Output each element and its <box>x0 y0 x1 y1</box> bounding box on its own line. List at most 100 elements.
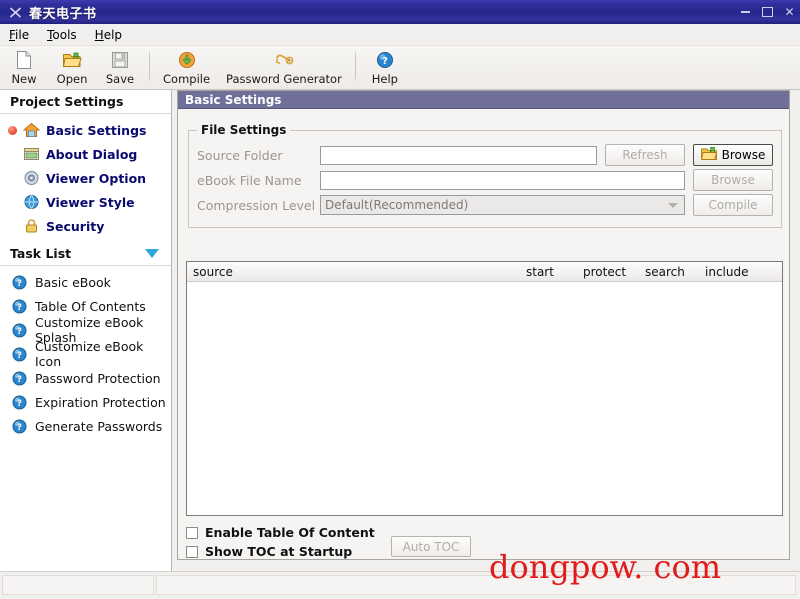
svg-text:?: ? <box>17 327 22 337</box>
status-left-cell <box>2 575 154 595</box>
toolbar-open-label: Open <box>56 72 88 86</box>
status-bar <box>0 571 800 599</box>
toolbar-compile-button[interactable]: Compile <box>155 46 218 86</box>
sidebar-item-about-dialog-label: About Dialog <box>46 146 138 162</box>
enable-toc-row[interactable]: Enable Table Of Content <box>186 523 783 542</box>
maximize-icon[interactable] <box>761 6 774 19</box>
column-header-search[interactable]: search <box>639 265 699 279</box>
task-item-expiration-protection[interactable]: ? Expiration Protection <box>0 390 171 414</box>
compile-icon <box>176 49 198 71</box>
sidebar-item-viewer-option-label: Viewer Option <box>46 170 147 186</box>
file-settings-group: File Settings Source Folder Refresh Brow… <box>188 123 782 228</box>
info-icon: ? <box>11 322 27 338</box>
sidebar: Project Settings Basic Settings About Di… <box>0 90 172 571</box>
save-disk-icon <box>109 49 131 71</box>
menu-tools[interactable]: Tools <box>38 26 86 44</box>
toolbar-compile-label: Compile <box>163 72 211 86</box>
auto-toc-button[interactable]: Auto TOC <box>391 536 471 557</box>
viewer-option-icon <box>22 169 40 187</box>
sidebar-task-list-header: Task List <box>0 242 171 266</box>
chevron-down-icon <box>668 203 678 208</box>
compression-level-select[interactable]: Default(Recommended) <box>320 195 685 215</box>
svg-text:?: ? <box>17 303 22 313</box>
menu-file[interactable]: File <box>0 26 38 44</box>
browse-ebook-button[interactable]: Browse <box>693 169 773 191</box>
show-toc-startup-row[interactable]: Show TOC at Startup <box>186 542 783 561</box>
sidebar-project-settings-header: Project Settings <box>0 90 171 114</box>
status-right-cell <box>156 575 796 595</box>
sidebar-project-settings-list: Basic Settings About Dialog Viewer Optio… <box>0 114 171 238</box>
sidebar-item-about-dialog[interactable]: About Dialog <box>0 142 171 166</box>
help-question-icon: ? <box>374 49 396 71</box>
main-content: Basic Settings File Settings Source Fold… <box>172 90 800 571</box>
svg-text:?: ? <box>17 375 22 385</box>
sidebar-item-viewer-style[interactable]: Viewer Style <box>0 190 171 214</box>
compression-level-label: Compression Level <box>197 197 316 213</box>
sidebar-item-viewer-style-label: Viewer Style <box>46 194 135 210</box>
compression-level-value: Default(Recommended) <box>325 198 469 212</box>
column-header-protect[interactable]: protect <box>577 265 639 279</box>
source-folder-input[interactable] <box>320 145 597 165</box>
task-item-basic-ebook[interactable]: ? Basic eBook <box>0 270 171 294</box>
toolbar-save-button[interactable]: Save <box>96 46 144 86</box>
sidebar-item-basic-settings-label: Basic Settings <box>46 122 147 138</box>
toolbar-separator-2 <box>354 49 356 83</box>
toolbar: New Open Save Compile Password Generator… <box>0 46 800 90</box>
svg-text:?: ? <box>17 423 22 433</box>
sidebar-item-viewer-option[interactable]: Viewer Option <box>0 166 171 190</box>
svg-text:?: ? <box>17 399 22 409</box>
panel-body: File Settings Source Folder Refresh Brow… <box>178 109 789 559</box>
sidebar-item-basic-settings[interactable]: Basic Settings <box>0 118 171 142</box>
menu-help[interactable]: Help <box>86 26 131 44</box>
show-toc-startup-checkbox[interactable] <box>186 545 198 558</box>
info-icon: ? <box>11 418 27 434</box>
toolbar-new-label: New <box>11 72 37 86</box>
source-list[interactable]: source start protect search include <box>186 261 783 516</box>
task-item-expiration-protection-label: Expiration Protection <box>35 394 166 410</box>
info-icon: ? <box>11 394 27 410</box>
triangle-down-icon[interactable] <box>145 249 159 258</box>
password-key-icon <box>273 49 295 71</box>
minimize-icon[interactable] <box>739 6 752 19</box>
source-list-header: source start protect search include <box>187 262 782 282</box>
open-folder-icon <box>61 49 83 71</box>
task-item-customize-ebook-icon[interactable]: ? Customize eBook Icon <box>0 339 171 369</box>
toolbar-password-generator-button[interactable]: Password Generator <box>218 46 350 86</box>
task-item-generate-passwords[interactable]: ? Generate Passwords <box>0 414 171 438</box>
ebook-file-name-label: eBook File Name <box>197 172 302 188</box>
enable-toc-checkbox[interactable] <box>186 526 198 539</box>
browse-source-button[interactable]: Browse <box>693 144 773 166</box>
task-item-table-of-contents-label: Table Of Contents <box>35 298 146 314</box>
toolbar-help-button[interactable]: ? Help <box>361 46 409 86</box>
toolbar-password-generator-label: Password Generator <box>226 72 342 86</box>
task-item-password-protection-label: Password Protection <box>35 370 161 386</box>
ebook-file-name-input[interactable] <box>320 170 685 190</box>
source-folder-row: Source Folder Refresh Browse <box>197 144 773 166</box>
refresh-button[interactable]: Refresh <box>605 144 685 166</box>
toc-options-area: Enable Table Of Content Show TOC at Star… <box>186 523 783 569</box>
info-icon: ? <box>11 274 27 290</box>
sidebar-item-security[interactable]: Security <box>0 214 171 238</box>
enable-toc-label: Enable Table Of Content <box>205 525 375 540</box>
column-header-include[interactable]: include <box>699 265 761 279</box>
source-folder-label: Source Folder <box>197 147 283 163</box>
show-toc-startup-label: Show TOC at Startup <box>205 544 353 559</box>
compile-button[interactable]: Compile <box>693 194 773 216</box>
column-header-start[interactable]: start <box>520 265 577 279</box>
toolbar-new-button[interactable]: New <box>0 46 48 86</box>
menu-file-label-rest: ile <box>15 27 30 42</box>
browse-source-button-label: Browse <box>721 148 766 162</box>
toolbar-open-button[interactable]: Open <box>48 46 96 86</box>
menu-help-label-rest: elp <box>103 27 123 42</box>
ebook-file-name-row: eBook File Name Browse <box>197 169 773 191</box>
basic-settings-panel: Basic Settings File Settings Source Fold… <box>177 90 790 560</box>
close-icon[interactable]: ✕ <box>783 6 796 19</box>
column-header-source[interactable]: source <box>187 265 520 279</box>
panel-title-bar: Basic Settings <box>178 91 789 109</box>
sidebar-task-list: ? Basic eBook ? Table Of Contents ? Cust… <box>0 266 171 438</box>
menu-bar: File Tools Help <box>0 24 800 46</box>
task-item-password-protection[interactable]: ? Password Protection <box>0 366 171 390</box>
page-title: Basic Settings <box>185 92 282 107</box>
info-icon: ? <box>11 346 27 362</box>
source-list-body[interactable] <box>187 282 782 515</box>
